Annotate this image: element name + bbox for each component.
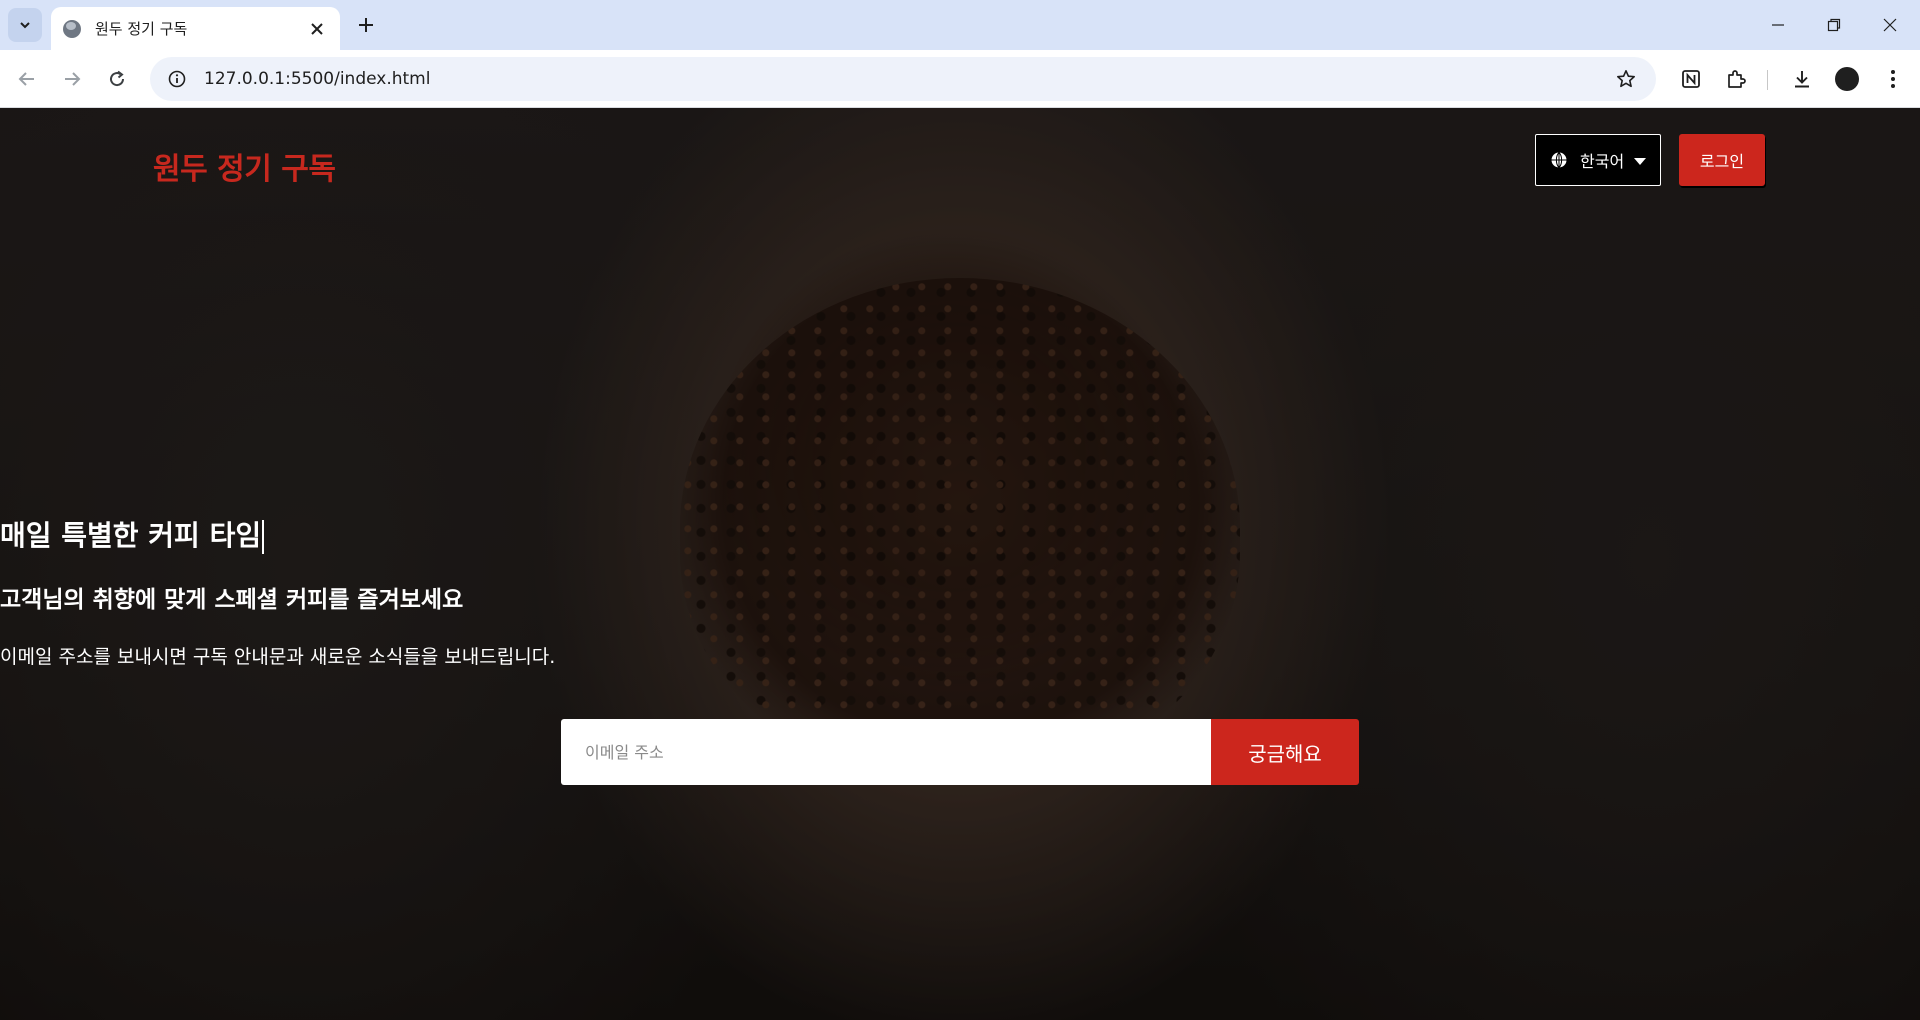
globe-favicon-icon <box>63 19 81 38</box>
profile-icon[interactable] <box>1835 67 1859 91</box>
globe-icon <box>1551 152 1567 168</box>
text-cursor <box>262 520 264 554</box>
back-button[interactable] <box>12 64 42 94</box>
notion-icon <box>1682 70 1700 88</box>
bookmark-button[interactable] <box>1606 57 1646 101</box>
address-bar[interactable]: 127.0.0.1:5500/index.html <box>150 57 1656 101</box>
reload-icon <box>110 70 125 87</box>
toolbar-divider <box>1767 70 1768 90</box>
close-window-icon <box>1883 18 1897 32</box>
caret-down-icon <box>1634 157 1647 165</box>
forward-button[interactable] <box>57 64 87 94</box>
minimize-icon <box>1772 24 1784 26</box>
dark-overlay <box>0 108 1920 1020</box>
browser-tab[interactable]: 원두 정기 구독 <box>51 7 340 50</box>
forward-icon <box>65 72 81 86</box>
subscribe-button[interactable]: 궁금해요 <box>1211 719 1359 785</box>
web-page: 원두 정기 구독 한국어 로그인 매일 특별한 커피 타임 고객님의 취향에 맞… <box>0 108 1920 1020</box>
chevron-down-icon <box>20 22 30 29</box>
site-logo[interactable]: 원두 정기 구독 <box>153 144 336 188</box>
restore-button[interactable] <box>1806 0 1862 50</box>
hero-title-text: 매일 특별한 커피 타임 <box>0 519 262 552</box>
tab-search-button[interactable] <box>8 8 42 42</box>
download-icon <box>1795 71 1809 88</box>
url-text[interactable]: 127.0.0.1:5500/index.html <box>204 69 1606 89</box>
reload-button[interactable] <box>102 64 132 94</box>
restore-icon <box>1827 18 1841 32</box>
minimize-button[interactable] <box>1750 0 1806 50</box>
language-select[interactable]: 한국어 <box>1535 134 1661 186</box>
back-icon <box>18 72 34 86</box>
subscribe-form: 궁금해요 <box>561 719 1359 785</box>
browser-toolbar: 127.0.0.1:5500/index.html <box>0 50 1920 108</box>
hero-title: 매일 특별한 커피 타임 <box>0 514 1920 554</box>
site-info-button[interactable] <box>156 57 198 101</box>
more-icon <box>1891 70 1895 88</box>
close-icon <box>311 22 323 35</box>
site-info-icon <box>168 70 186 88</box>
more-menu-button[interactable] <box>1878 64 1908 94</box>
language-label: 한국어 <box>1580 152 1625 171</box>
new-tab-button[interactable] <box>353 12 379 38</box>
downloads-button[interactable] <box>1787 64 1817 94</box>
star-icon <box>1617 70 1635 88</box>
extensions-button[interactable] <box>1721 64 1751 94</box>
close-tab-button[interactable] <box>306 18 328 40</box>
tab-strip: 원두 정기 구독 <box>0 0 1920 50</box>
login-button[interactable]: 로그인 <box>1679 134 1765 186</box>
notion-extension-button[interactable] <box>1676 64 1706 94</box>
hero-subtitle: 고객님의 취향에 맞게 스페셜 커피를 즐겨보세요 <box>0 587 464 613</box>
hero-description: 이메일 주소를 보내시면 구독 안내문과 새로운 소식들을 보내드립니다. <box>0 646 556 668</box>
close-window-button[interactable] <box>1862 0 1918 50</box>
tab-title: 원두 정기 구독 <box>95 20 188 38</box>
plus-icon <box>359 18 373 32</box>
email-input[interactable] <box>561 719 1211 785</box>
extensions-icon <box>1728 70 1746 88</box>
